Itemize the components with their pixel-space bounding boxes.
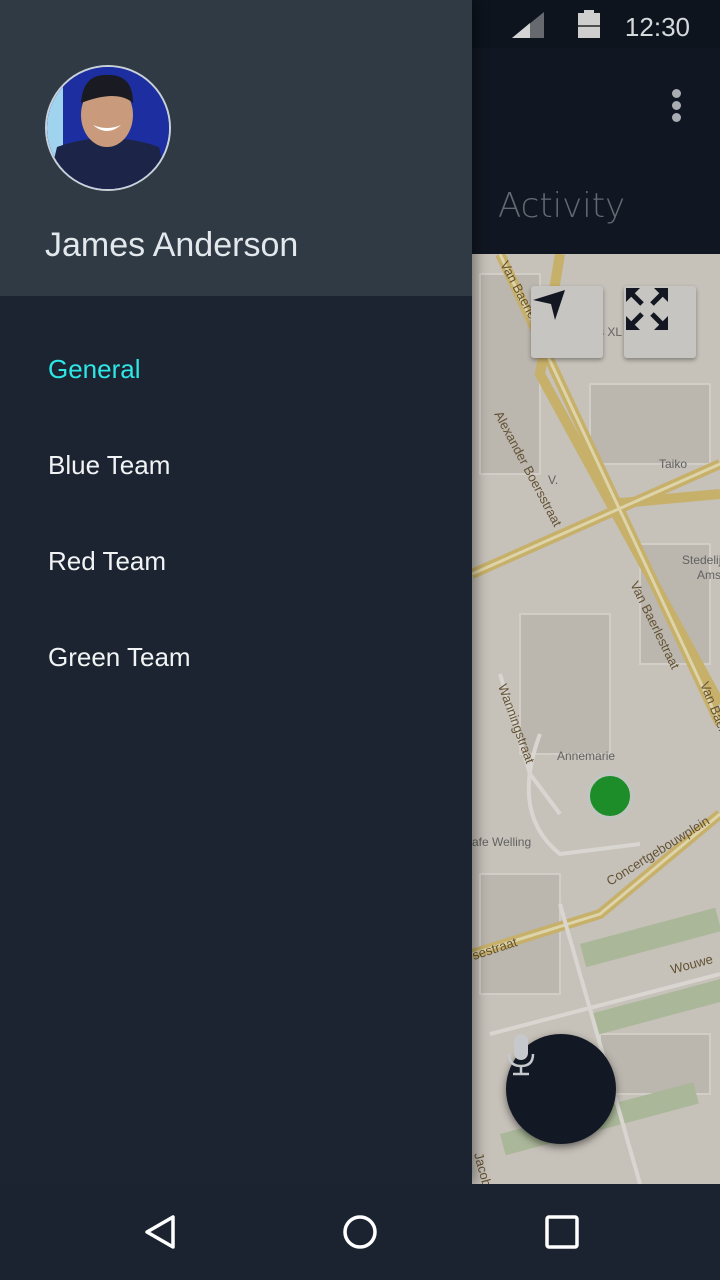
drawer-header: James Anderson [0, 0, 472, 296]
system-nav-bar [0, 1184, 720, 1280]
map-label: V. [548, 473, 558, 487]
drawer-item-general[interactable]: General [48, 354, 141, 385]
recents-icon [545, 1215, 579, 1249]
home-button[interactable] [336, 1208, 384, 1256]
home-icon [343, 1215, 377, 1249]
tab-activity[interactable]: Activity [498, 186, 625, 226]
expand-icon [626, 288, 668, 330]
status-time: 12:30 [624, 12, 690, 42]
map-label: Wouwe [669, 951, 715, 977]
my-location-button[interactable] [531, 286, 603, 358]
map-label: afe Welling [472, 835, 531, 849]
user-name: James Anderson [45, 226, 299, 264]
location-marker[interactable] [586, 772, 634, 820]
map-label: Taiko [659, 457, 687, 471]
more-vert-icon[interactable] [664, 86, 688, 126]
navigation-drawer: James Anderson General Blue Team Red Tea… [0, 0, 472, 1184]
drawer-item-red-team[interactable]: Red Team [48, 546, 166, 577]
map-label: Concertgebouwplein [604, 813, 712, 889]
map-label: Annemarie [557, 749, 615, 763]
drawer-item-blue-team[interactable]: Blue Team [48, 450, 170, 481]
map-label: Jacob [471, 1151, 494, 1184]
drawer-item-green-team[interactable]: Green Team [48, 642, 191, 673]
avatar-photo [47, 67, 169, 189]
microphone-icon [507, 1034, 535, 1076]
back-icon [145, 1215, 175, 1249]
map-label: Ams [697, 568, 720, 582]
battery-icon [578, 10, 600, 38]
recents-button[interactable] [538, 1208, 586, 1256]
back-button[interactable] [136, 1208, 184, 1256]
avatar[interactable] [45, 65, 171, 191]
navigation-arrow-icon [533, 290, 565, 320]
map-label: Stedelijk [682, 553, 720, 567]
signal-icon [512, 12, 544, 38]
fullscreen-button[interactable] [624, 286, 696, 358]
microphone-button[interactable] [506, 1034, 616, 1144]
